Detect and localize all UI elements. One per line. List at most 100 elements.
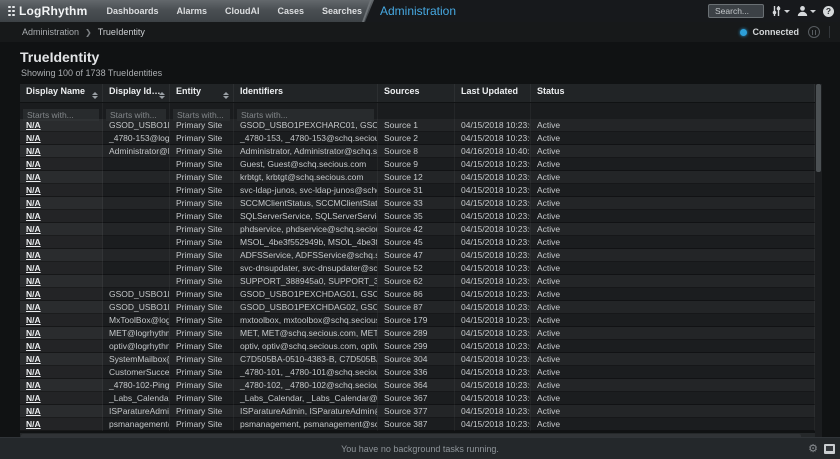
cell-display-identifier: GSOD_USBO1PEX... [103,288,170,301]
cell-sources: Source 387 [378,418,455,431]
nav-item-alarms[interactable]: Alarms [167,0,216,22]
breadcrumb-administration[interactable]: Administration [22,27,79,37]
display-name-link[interactable]: N/A [26,185,41,195]
settings-gear-icon[interactable]: ⚙ [808,444,818,455]
display-name-link[interactable]: N/A [26,328,41,338]
cell-identifiers: optiv, optiv@schq.secious.com, optiv@log… [234,340,378,353]
breadcrumb-trueidentity: TrueIdentity [98,27,145,37]
vertical-scrollbar[interactable] [815,84,822,441]
cell-sources: Source 8 [378,145,455,158]
column-header-label: Display Name [26,86,98,96]
display-name-link[interactable]: N/A [26,146,41,156]
table-row[interactable]: N/Aoptiv@logrhythm...Primary Siteoptiv, … [20,340,815,353]
task-panel-icon[interactable] [824,444,835,454]
column-header-display-identifier[interactable]: Display Identi... [103,84,170,102]
column-header-sources: Sources [378,84,455,102]
cell-sources: Source 47 [378,249,455,262]
table-row[interactable]: N/AGSOD_USBO1PEX...Primary SiteGSOD_USBO… [20,288,815,301]
grid-filter-row [20,102,815,119]
sort-icon[interactable] [223,92,229,99]
cell-display-name: N/A [20,249,103,262]
cell-display-name: N/A [20,327,103,340]
table-row[interactable]: N/A_4780-153@logrh...Primary Site_4780-1… [20,132,815,145]
logrhythm-logo-icon [8,6,15,17]
display-name-link[interactable]: N/A [26,406,41,416]
cell-identifiers: C7D505BA-0510-4383-B, C7D505BA-0510-4... [234,353,378,366]
display-name-link[interactable]: N/A [26,315,41,325]
column-header-display-name[interactable]: Display Name [20,84,103,102]
nav-item-cloudai[interactable]: CloudAI [216,0,269,22]
display-name-link[interactable]: N/A [26,419,41,429]
table-row[interactable]: N/APrimary SiteMSOL_4be3f552949b, MSOL_4… [20,236,815,249]
column-header-identifiers: Identifiers [234,84,378,102]
table-row[interactable]: N/ACustomerSuccess...Primary Site_4780-1… [20,366,815,379]
cell-display-identifier: MxToolBox@logr... [103,314,170,327]
grid-header-row: Display Name Display Identi... EntityIdent… [20,84,815,102]
nav-item-cases[interactable]: Cases [269,0,314,22]
cell-display-identifier [103,262,170,275]
cell-last-updated: 04/15/2018 10:23:03 pm [455,171,531,184]
display-name-link[interactable]: N/A [26,250,41,260]
table-row[interactable]: N/A_Labs_Calendar@...Primary Site_Labs_C… [20,392,815,405]
display-name-link[interactable]: N/A [26,276,41,286]
sort-icon[interactable] [92,92,98,99]
column-header-label: Display Identi... [109,86,165,96]
table-row[interactable]: N/APrimary Sitephdservice, phdservice@sc… [20,223,815,236]
display-name-link[interactable]: N/A [26,341,41,351]
cell-display-name: N/A [20,119,103,132]
nav-item-dashboards[interactable]: Dashboards [97,0,167,22]
table-row[interactable]: N/APrimary SiteSQLServerService, SQLServ… [20,210,815,223]
table-row[interactable]: N/ASystemMailbox{C...Primary SiteC7D505B… [20,353,815,366]
table-row[interactable]: N/APrimary Sitekrbtgt, krbtgt@schq.secio… [20,171,815,184]
user-menu-button[interactable] [797,5,816,17]
display-name-link[interactable]: N/A [26,354,41,364]
display-name-link[interactable]: N/A [26,289,41,299]
table-row[interactable]: N/AGSOD_USBO1PEX...Primary SiteGSOD_USBO… [20,119,815,132]
display-name-link[interactable]: N/A [26,263,41,273]
display-name-link[interactable]: N/A [26,211,41,221]
table-row[interactable]: N/APrimary SiteSCCMClientStatus, SCCMCli… [20,197,815,210]
display-name-link[interactable]: N/A [26,380,41,390]
search-input[interactable]: Search... [708,4,764,18]
display-name-link[interactable]: N/A [26,367,41,377]
cell-sources: Source 52 [378,262,455,275]
cell-identifiers: SQLServerService, SQLServerService@schq.… [234,210,378,223]
cell-status: Active [531,171,815,184]
column-header-entity[interactable]: Entity [170,84,234,102]
table-row[interactable]: N/APrimary SiteADFSService, ADFSService@… [20,249,815,262]
display-name-link[interactable]: N/A [26,172,41,182]
cell-entity: Primary Site [170,171,234,184]
tab-administration[interactable]: Administration [380,0,456,22]
table-row[interactable]: N/AGSOD_USBO1PEX...Primary SiteGSOD_USBO… [20,301,815,314]
table-row[interactable]: N/APrimary Sitesvc-dnsupdater, svc-dnsup… [20,262,815,275]
display-name-link[interactable]: N/A [26,120,41,130]
table-row[interactable]: N/AISParatureAdmin...Primary SiteISParat… [20,405,815,418]
cell-display-identifier: _4780-153@logrh... [103,132,170,145]
display-name-link[interactable]: N/A [26,393,41,403]
help-button[interactable]: ? [823,6,834,17]
cell-status: Active [531,327,815,340]
table-row[interactable]: N/AAdministrator@lo...Primary SiteAdmini… [20,145,815,158]
table-row[interactable]: N/APrimary SiteSUPPORT_388945a0, SUPPORT… [20,275,815,288]
display-name-link[interactable]: N/A [26,133,41,143]
preferences-menu-button[interactable] [771,5,790,17]
table-row[interactable]: N/APrimary Sitesvc-ldap-junos, svc-ldap-… [20,184,815,197]
table-row[interactable]: N/APrimary SiteGuest, Guest@schq.secious… [20,158,815,171]
logrhythm-logo[interactable]: LogRhythm [0,4,97,18]
table-row[interactable]: N/Apsmanagement@...Primary Sitepsmanagem… [20,418,815,431]
table-row[interactable]: N/AMxToolBox@logr...Primary Sitemxtoolbo… [20,314,815,327]
pause-updates-button[interactable] [808,26,820,38]
cell-last-updated: 04/15/2018 10:23:03 pm [455,249,531,262]
display-name-link[interactable]: N/A [26,302,41,312]
filter-cell-identifiers [234,103,378,119]
table-row[interactable]: N/AMET@logrhythm...Primary SiteMET, MET@… [20,327,815,340]
table-row[interactable]: N/A_4780-102-Ping@...Primary Site_4780-1… [20,379,815,392]
display-name-link[interactable]: N/A [26,159,41,169]
sort-icon[interactable] [159,92,165,99]
display-name-link[interactable]: N/A [26,198,41,208]
cell-display-name: N/A [20,236,103,249]
vertical-scrollbar-thumb[interactable] [816,84,821,172]
cell-display-identifier: CustomerSuccess... [103,366,170,379]
display-name-link[interactable]: N/A [26,224,41,234]
display-name-link[interactable]: N/A [26,237,41,247]
